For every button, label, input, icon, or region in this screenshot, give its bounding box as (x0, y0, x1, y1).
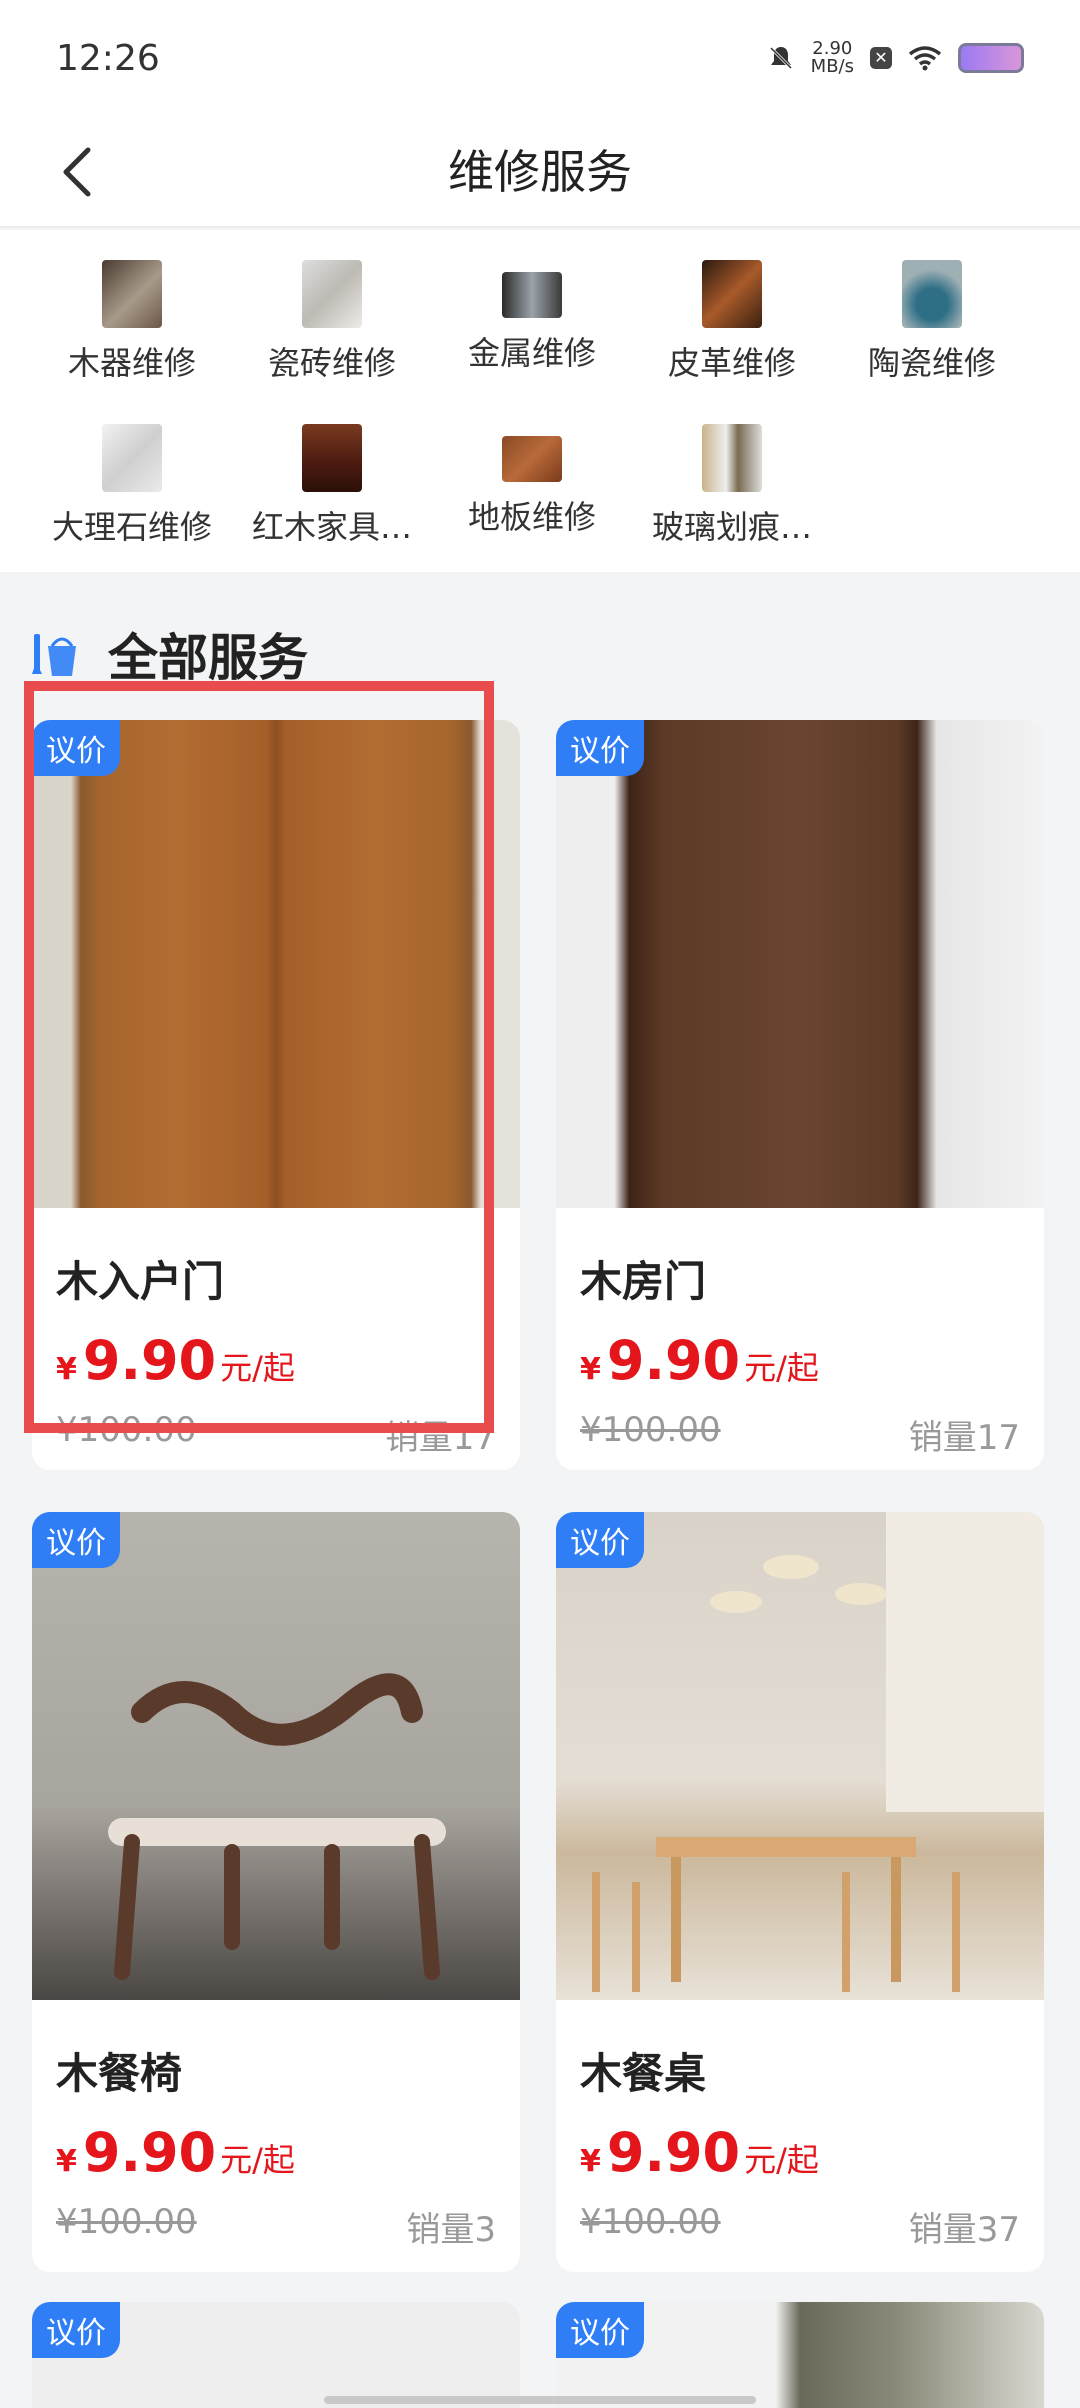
notification-x-icon: ✕ (870, 47, 892, 69)
home-indicator[interactable] (324, 2396, 756, 2404)
category-thumbnail (102, 260, 162, 328)
category-tile[interactable]: 瓷砖维修 (232, 260, 432, 384)
negotiable-badge: 议价 (32, 2302, 120, 2358)
battery-icon (958, 43, 1024, 73)
product-card[interactable]: 议价 (32, 2302, 520, 2408)
original-price: ¥100.00 (580, 2202, 721, 2242)
product-meta: ¥100.00 销量17 (56, 1410, 496, 1459)
sales-count: 销量3 (406, 2210, 496, 2250)
product-meta: ¥100.00 销量17 (580, 1410, 1020, 1459)
category-leather[interactable]: 皮革维修 (632, 260, 832, 384)
original-price: ¥100.00 (56, 2202, 197, 2242)
negotiable-badge: 议价 (556, 720, 644, 776)
original-price: ¥100.00 (580, 1410, 721, 1450)
negotiable-badge: 议价 (556, 2302, 644, 2358)
product-image: 议价 (32, 720, 520, 1208)
product-price: ¥ 9.90 元/起 (56, 1329, 295, 1392)
category-thumbnail (702, 260, 762, 328)
status-bar: 12:26 2.90 MB/s ✕ (0, 0, 1080, 120)
category-thumbnail (502, 272, 562, 318)
network-speed: 2.90 MB/s (810, 38, 854, 77)
category-thumbnail (302, 424, 362, 492)
product-name: 木餐椅 (56, 2049, 183, 2098)
product-name: 木房门 (580, 1257, 707, 1306)
section-header: 全部服务 (32, 618, 308, 690)
status-time: 12:26 (56, 38, 160, 79)
section-title: 全部服务 (108, 629, 308, 687)
product-card[interactable]: 议价 木房门 ¥ 9.90 元/起 ¥100.00 销量17 (556, 720, 1044, 1470)
category-thumbnail (302, 260, 362, 328)
category-thumbnail (702, 424, 762, 492)
category-wood[interactable]: 木器维修 (32, 260, 232, 384)
product-name: 木入户门 (56, 1257, 225, 1306)
product-price: ¥ 9.90 元/起 (580, 1329, 819, 1392)
category-redwood[interactable]: 红木家具… (232, 424, 432, 548)
wifi-icon (908, 46, 942, 71)
negotiable-badge: 议价 (32, 1512, 120, 1568)
product-card[interactable]: 议价 木餐椅 ¥ 9.90 元/起 ¥100.00 销量3 (32, 1512, 520, 2272)
category-thumbnail (502, 436, 562, 482)
sales-count: 销量17 (908, 1418, 1020, 1458)
product-image: 议价 (556, 2302, 1044, 2408)
product-image: 议价 (32, 2302, 520, 2408)
product-price: ¥ 9.90 元/起 (56, 2121, 295, 2184)
category-marble[interactable]: 大理石维修 (32, 424, 232, 548)
page-title: 维修服务 (448, 145, 632, 199)
product-card[interactable]: 议价 木入户门 ¥ 9.90 元/起 ¥100.00 销量17 (32, 720, 520, 1470)
negotiable-badge: 议价 (556, 1512, 644, 1568)
product-price: ¥ 9.90 元/起 (580, 2121, 819, 2184)
category-thumbnail (102, 424, 162, 492)
category-metal[interactable]: 金属维修 (432, 260, 632, 374)
product-card[interactable]: 议价 (556, 2302, 1044, 2408)
product-image: 议价 (556, 720, 1044, 1208)
chair-illustration (108, 1673, 446, 1980)
category-ceramic[interactable]: 陶瓷维修 (832, 260, 1032, 384)
category-grid: 木器维修 瓷砖维修 金属维修 皮革维修 陶瓷维修 大理石维修 红木家具… 地板维… (0, 230, 1080, 572)
product-meta: ¥100.00 销量37 (580, 2202, 1020, 2251)
product-meta: ¥100.00 销量3 (56, 2202, 496, 2251)
app-header: 维修服务 (0, 120, 1080, 228)
product-image: 议价 (32, 1512, 520, 2000)
sales-count: 销量17 (384, 1418, 496, 1458)
cleaning-bucket-icon (32, 634, 76, 676)
original-price: ¥100.00 (56, 1410, 197, 1450)
negotiable-badge: 议价 (32, 720, 120, 776)
sales-count: 销量37 (908, 2210, 1020, 2250)
category-glass[interactable]: 玻璃划痕… (632, 424, 832, 548)
product-image: 议价 (556, 1512, 1044, 2000)
category-thumbnail (902, 260, 962, 328)
category-floor[interactable]: 地板维修 (432, 424, 632, 538)
mute-bell-icon (769, 46, 792, 70)
status-icons: 2.90 MB/s ✕ (767, 40, 1024, 76)
table-illustration (592, 1512, 1044, 1992)
product-card[interactable]: 议价 木餐桌 ¥ 9.90 元/起 ¥100.00 销量37 (556, 1512, 1044, 2272)
product-name: 木餐桌 (580, 2049, 707, 2098)
